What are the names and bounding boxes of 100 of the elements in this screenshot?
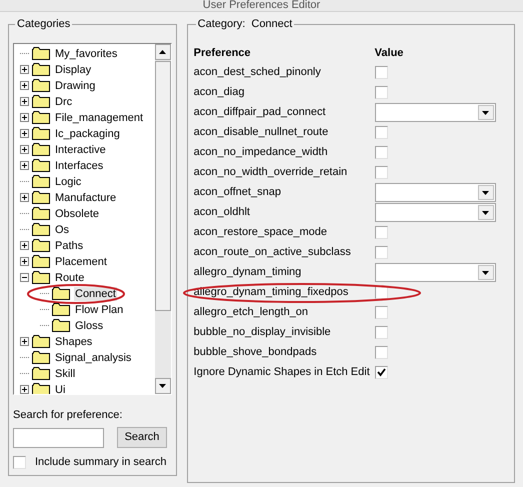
value-dropdown[interactable] <box>374 203 496 222</box>
checkbox[interactable] <box>374 146 388 159</box>
plus-icon <box>22 67 27 72</box>
folder-icon <box>32 191 50 204</box>
tree-item[interactable]: Interfaces <box>54 158 104 172</box>
folder-icon <box>32 79 50 92</box>
tree-item[interactable]: Obsolete <box>54 206 100 220</box>
tree-item[interactable]: Shapes <box>54 334 94 348</box>
tree-item[interactable]: Ic_packaging <box>54 126 121 140</box>
tree-item[interactable]: Paths <box>54 238 84 252</box>
preference-name: acon_offnet_snap <box>194 185 282 200</box>
expand-toggle[interactable] <box>20 65 29 74</box>
checkbox[interactable] <box>374 246 388 259</box>
up-arrow-icon <box>159 50 166 54</box>
expand-toggle[interactable] <box>20 129 29 138</box>
column-header: Preference <box>194 46 252 62</box>
column-header: Value <box>374 46 404 62</box>
folder-icon <box>32 351 50 364</box>
value-dropdown[interactable] <box>374 183 496 202</box>
tree-item[interactable]: Logic <box>54 174 82 188</box>
preference-name: acon_no_width_override_retain <box>194 165 348 180</box>
expand-toggle[interactable] <box>20 145 29 154</box>
preference-name: acon_diag <box>194 85 246 100</box>
checkbox-label: Include summary in search <box>35 455 166 470</box>
expand-toggle[interactable] <box>20 81 29 90</box>
folder-icon <box>32 111 50 124</box>
checkbox[interactable] <box>374 66 388 79</box>
expand-toggle[interactable] <box>20 97 29 106</box>
down-arrow-icon <box>159 384 166 388</box>
checkbox[interactable] <box>374 226 388 239</box>
checkbox[interactable] <box>374 306 388 319</box>
checkbox[interactable] <box>374 86 388 99</box>
search-button[interactable]: Search <box>117 427 167 448</box>
checkbox[interactable] <box>374 326 388 339</box>
preference-name: bubble_shove_bondpads <box>194 345 318 360</box>
expand-toggle[interactable] <box>20 241 29 250</box>
folder-icon <box>52 287 70 300</box>
tree-item[interactable]: File_management <box>54 110 144 124</box>
tree-item[interactable]: Flow Plan <box>74 302 124 316</box>
folder-icon <box>32 207 50 220</box>
preference-name: bubble_no_display_invisible <box>194 325 332 340</box>
plus-icon <box>22 387 27 392</box>
expand-toggle[interactable] <box>20 161 29 170</box>
search-field[interactable] <box>13 428 104 448</box>
checkbox[interactable] <box>13 456 26 469</box>
scrollbar[interactable] <box>154 44 171 394</box>
checkbox[interactable] <box>374 366 388 379</box>
tree-item[interactable]: Interactive <box>54 142 107 156</box>
dropdown-arrow-icon <box>482 110 490 114</box>
tree-item[interactable]: Drc <box>54 94 74 108</box>
tree-item[interactable]: Drawing <box>54 78 96 92</box>
tree-item[interactable]: Placement <box>54 254 108 268</box>
preference-name: allegro_dynam_timing_fixedpos <box>194 285 350 300</box>
value-dropdown[interactable] <box>374 103 496 122</box>
preference-name: Ignore Dynamic Shapes in Etch Edit <box>194 365 371 380</box>
tree-item[interactable]: Os <box>54 222 70 236</box>
tree-item[interactable]: Manufacture <box>54 190 118 204</box>
expand-toggle[interactable] <box>20 337 29 346</box>
expand-toggle[interactable] <box>20 193 29 202</box>
tree-item[interactable]: Gloss <box>74 318 104 332</box>
check-icon <box>376 368 386 377</box>
tree-item[interactable]: Skill <box>54 366 76 380</box>
checkbox[interactable] <box>374 166 388 179</box>
expand-toggle[interactable] <box>20 257 29 266</box>
tree-item[interactable]: Route <box>54 270 86 284</box>
dropdown-arrow-icon <box>482 210 490 214</box>
plus-icon <box>22 115 27 120</box>
folder-icon <box>32 223 50 236</box>
collapse-toggle[interactable] <box>20 273 29 282</box>
preference-name: allegro_dynam_timing <box>194 265 302 280</box>
preference-name: acon_oldhlt <box>194 205 251 220</box>
folder-icon <box>32 255 50 268</box>
expand-toggle[interactable] <box>20 113 29 122</box>
folder-icon <box>52 319 70 332</box>
dropdown-arrow-icon <box>482 190 490 194</box>
value-dropdown[interactable] <box>374 263 496 282</box>
dropdown-arrow-icon <box>482 270 490 274</box>
tree-item[interactable]: Signal_analysis <box>54 350 132 364</box>
plus-icon <box>22 339 27 344</box>
plus-icon <box>22 99 27 104</box>
tree-item[interactable]: My_favorites <box>54 46 118 60</box>
folder-icon <box>32 47 50 60</box>
group-title: Categories <box>16 17 72 32</box>
folder-icon <box>32 63 50 76</box>
preference-name: acon_disable_nullnet_route <box>194 125 330 140</box>
search-label: Search for preference: <box>13 408 124 422</box>
folder-icon <box>32 143 50 156</box>
window-title: User Preferences Editor <box>0 0 523 12</box>
tree-item[interactable]: Ui <box>54 382 66 394</box>
expand-toggle[interactable] <box>20 385 29 394</box>
folder-icon <box>32 383 50 394</box>
tree-item[interactable]: Connect <box>74 286 117 300</box>
checkbox[interactable] <box>374 346 388 359</box>
checkbox[interactable] <box>374 126 388 139</box>
folder-icon <box>32 271 50 284</box>
preference-name: acon_dest_sched_pinonly <box>194 65 322 80</box>
folder-icon <box>32 239 50 252</box>
plus-icon <box>22 243 27 248</box>
folder-icon <box>32 127 50 140</box>
tree-item[interactable]: Display <box>54 62 92 76</box>
